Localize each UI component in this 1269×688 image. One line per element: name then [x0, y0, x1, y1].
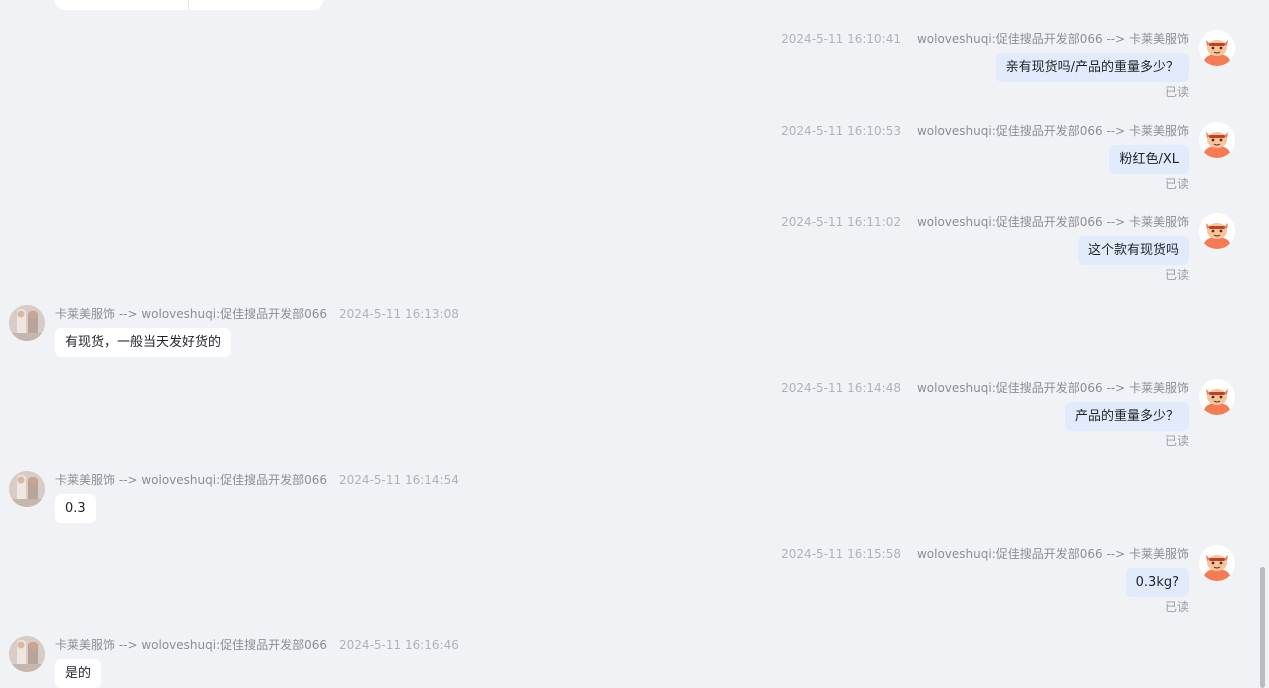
message-sender: woloveshuqi:促佳搜品开发部066 --> 卡莱美服饰 [916, 381, 1189, 395]
read-status: 已读 [1164, 268, 1189, 282]
message-meta: 2024-5-11 16:15:58 woloveshuqi:促佳搜品开发部066… [781, 547, 1189, 561]
message-bubble[interactable]: 有现货，一般当天发好货的 [55, 328, 232, 357]
read-status: 已读 [1164, 600, 1189, 614]
card-divider [188, 0, 189, 10]
message-sender: 卡莱美服饰 --> woloveshuqi:促佳搜品开发部066 [55, 307, 328, 321]
message-bubble[interactable]: 产品的重量多少？ [1064, 402, 1189, 431]
message-meta: 2024-5-11 16:11:02 woloveshuqi:促佳搜品开发部066… [781, 215, 1189, 229]
message-bubble[interactable]: 0.3kg? [1125, 568, 1189, 597]
scrollbar-thumb[interactable] [1260, 567, 1265, 688]
robot-mascot-icon[interactable] [1199, 545, 1235, 581]
read-status: 已读 [1164, 434, 1189, 448]
message-meta: 2024-5-11 16:10:53 woloveshuqi:促佳搜品开发部066… [781, 124, 1189, 138]
message-meta: 2024-5-11 16:14:48 woloveshuqi:促佳搜品开发部066… [781, 381, 1189, 395]
shop-photo-avatar[interactable] [9, 471, 45, 507]
message-meta: 2024-5-11 16:10:41 woloveshuqi:促佳搜品开发部066… [781, 32, 1189, 46]
message-sender: woloveshuqi:促佳搜品开发部066 --> 卡莱美服饰 [916, 32, 1189, 46]
scrollbar-track[interactable] [1255, 0, 1269, 688]
message-sender: woloveshuqi:促佳搜品开发部066 --> 卡莱美服饰 [916, 124, 1189, 138]
shop-photo-avatar[interactable] [9, 636, 45, 672]
message-bubble[interactable]: 0.3 [55, 494, 96, 523]
message-time: 2024-5-11 16:15:58 [781, 547, 901, 561]
message-sender: woloveshuqi:促佳搜品开发部066 --> 卡莱美服饰 [916, 215, 1189, 229]
message-time: 2024-5-11 16:10:53 [781, 124, 901, 138]
message-bubble[interactable]: 是的 [55, 659, 102, 688]
robot-mascot-icon[interactable] [1199, 379, 1235, 415]
robot-mascot-icon[interactable] [1199, 122, 1235, 158]
robot-mascot-icon[interactable] [1199, 30, 1235, 66]
message-sender: 卡莱美服饰 --> woloveshuqi:促佳搜品开发部066 [55, 473, 328, 487]
message-time: 2024-5-11 16:13:08 [339, 307, 459, 321]
chat-history-panel: 2024-5-11 16:10:41 woloveshuqi:促佳搜品开发部066… [0, 0, 1269, 688]
robot-mascot-icon[interactable] [1199, 213, 1235, 249]
message-time: 2024-5-11 16:14:54 [339, 473, 459, 487]
message-sender: 卡莱美服饰 --> woloveshuqi:促佳搜品开发部066 [55, 638, 328, 652]
message-bubble[interactable]: 亲有现货吗/产品的重量多少？ [995, 53, 1189, 82]
read-status: 已读 [1164, 177, 1189, 191]
message-meta: 卡莱美服饰 --> woloveshuqi:促佳搜品开发部066 2024-5-1… [55, 638, 459, 652]
message-bubble[interactable]: 这个款有现货吗 [1077, 236, 1189, 265]
message-time: 2024-5-11 16:14:48 [781, 381, 901, 395]
shop-photo-avatar[interactable] [9, 305, 45, 341]
message-meta: 卡莱美服饰 --> woloveshuqi:促佳搜品开发部066 2024-5-1… [55, 473, 459, 487]
message-time: 2024-5-11 16:10:41 [781, 32, 901, 46]
read-status: 已读 [1164, 85, 1189, 99]
message-sender: woloveshuqi:促佳搜品开发部066 --> 卡莱美服饰 [916, 547, 1189, 561]
previous-message-card [55, 0, 323, 10]
message-meta: 卡莱美服饰 --> woloveshuqi:促佳搜品开发部066 2024-5-1… [55, 307, 459, 321]
message-time: 2024-5-11 16:16:46 [339, 638, 459, 652]
message-bubble[interactable]: 粉红色/XL [1109, 145, 1189, 174]
message-time: 2024-5-11 16:11:02 [781, 215, 901, 229]
